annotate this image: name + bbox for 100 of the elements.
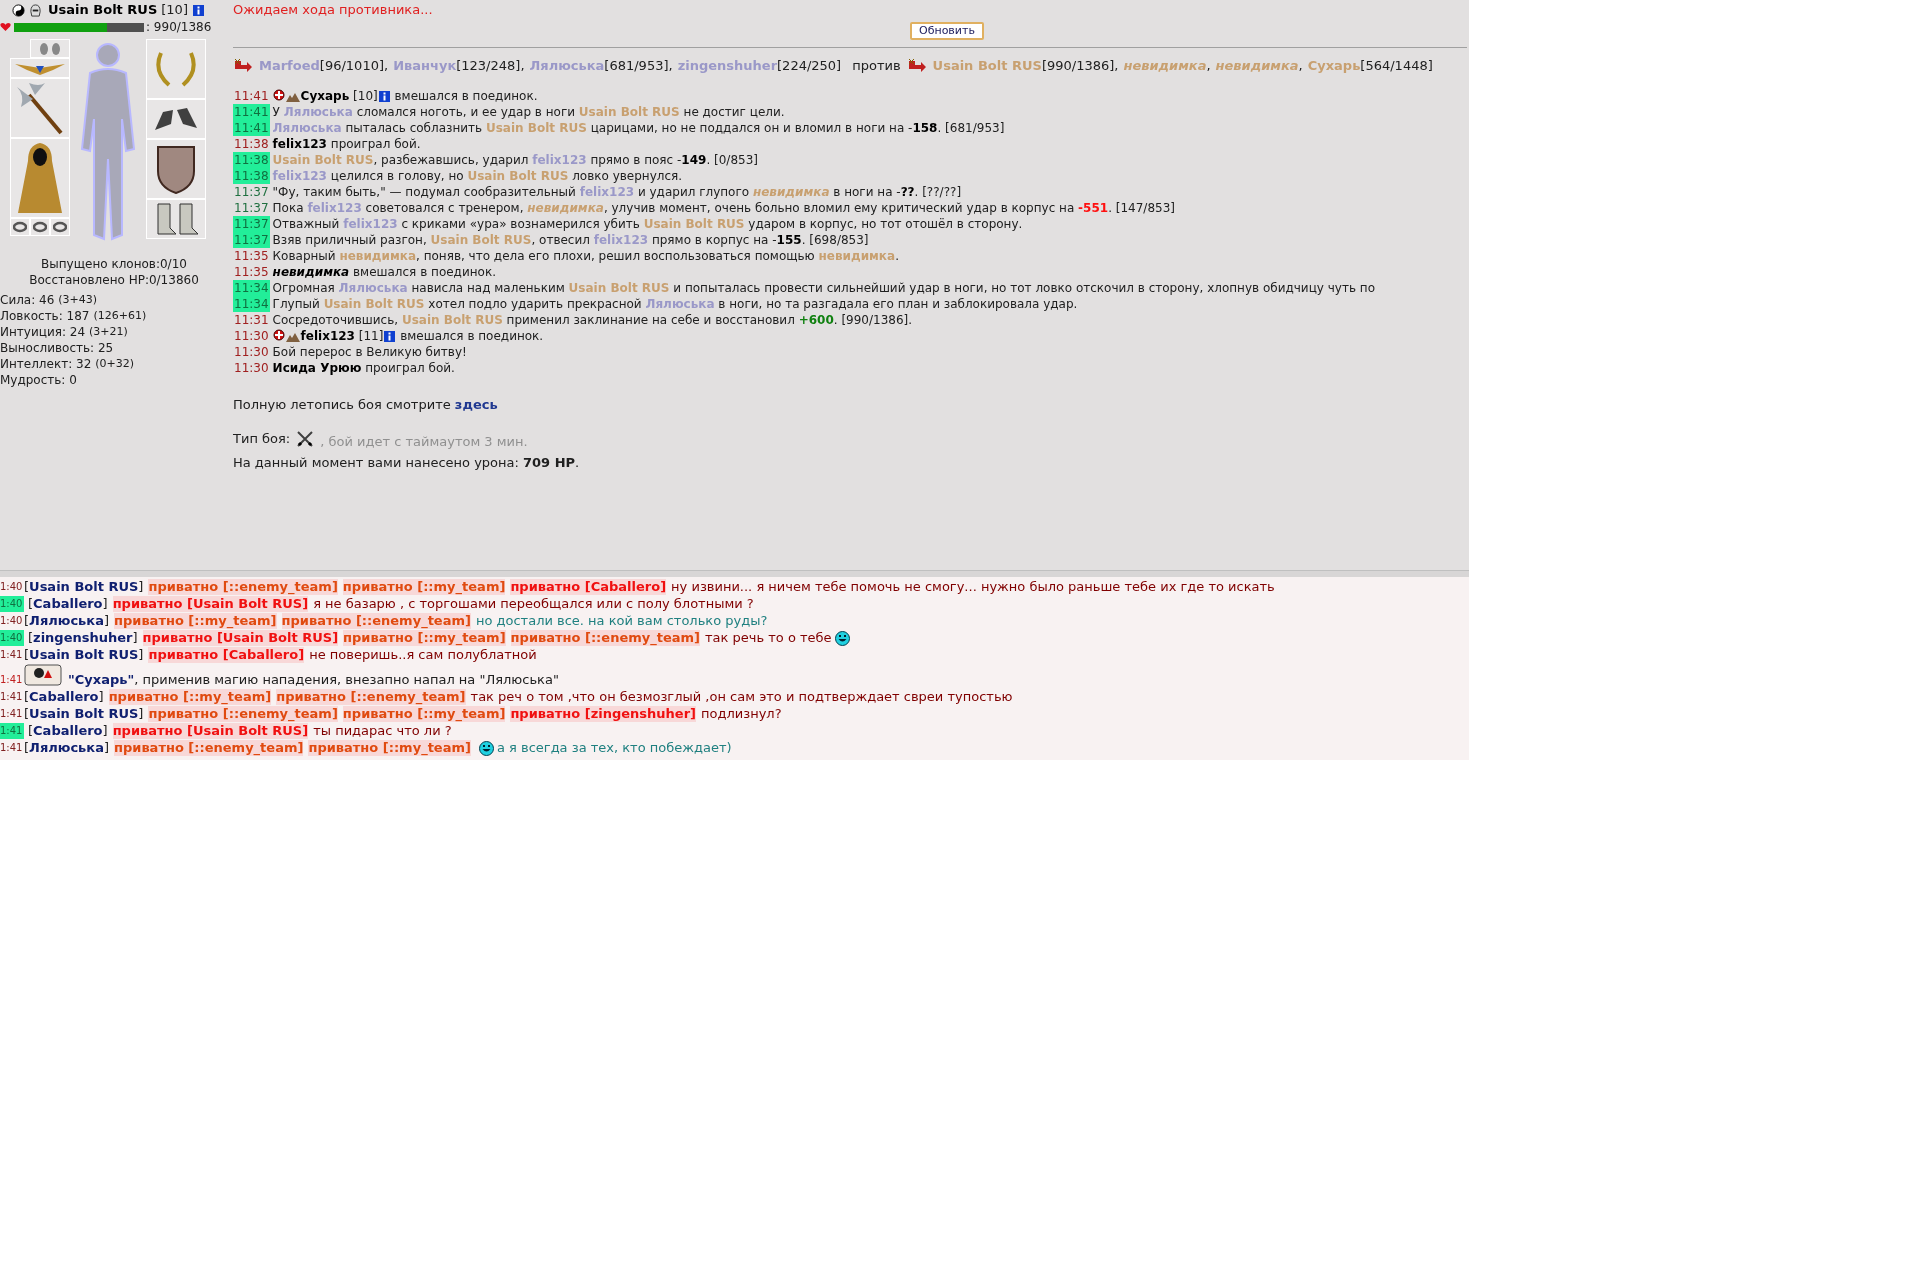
player-hp: [123/248], xyxy=(456,57,525,75)
player-link[interactable]: felix123 xyxy=(272,168,327,183)
equipment-slot[interactable] xyxy=(10,138,70,218)
equipment-slot[interactable] xyxy=(10,78,70,138)
log-time: 11:37 xyxy=(233,199,270,216)
private-recipient[interactable]: приватно [::my_team] xyxy=(343,630,506,646)
equipment-slot[interactable] xyxy=(146,139,206,199)
log-time: 11:41 xyxy=(233,87,270,104)
stat-bonus: (3+21) xyxy=(89,324,128,340)
player-hp: , xyxy=(1206,57,1211,75)
chat-sender[interactable]: [Caballero] xyxy=(28,723,108,739)
private-recipient[interactable]: приватно [::enemy_team] xyxy=(276,689,466,705)
hp-reading: : 990/1386 xyxy=(146,19,212,36)
ring-icon xyxy=(53,221,67,233)
chat-time: 1:41 xyxy=(0,723,24,739)
player-link[interactable]: невидимка xyxy=(752,184,830,199)
private-recipient[interactable]: приватно [::my_team] xyxy=(308,740,471,756)
log-time: 11:37 xyxy=(233,183,270,200)
player-link[interactable]: felix123 xyxy=(307,200,362,215)
equipment-slot[interactable] xyxy=(30,218,50,236)
player-link[interactable]: felix123 xyxy=(532,152,587,167)
log-entry: felix123 [11] вмешался в поединок. xyxy=(272,327,544,344)
info-icon[interactable] xyxy=(378,90,390,102)
player-link[interactable]: Лялюська xyxy=(272,120,342,135)
stat-value: Интуиция: 24 xyxy=(0,324,86,340)
player-link[interactable]: Лялюська xyxy=(529,56,605,76)
chat-sender[interactable]: [Лялюська] xyxy=(24,613,109,629)
log-entry: Сухарь [10] вмешался в поединок. xyxy=(272,87,538,104)
log-entry: Огромная Лялюська нависла над маленьким Usain Bolt RUS и попыталась провести сильнейший удар в ноги, но тот ловко отскочил в сторону, хлопнув обидчицу чуть по xyxy=(272,279,1375,296)
private-recipient[interactable]: приватно [::enemy_team] xyxy=(281,613,471,629)
info-icon[interactable] xyxy=(192,4,204,16)
player-link[interactable]: Usain Bolt RUS xyxy=(485,120,587,135)
log-entry: Глупый Usain Bolt RUS хотел подло ударить прекрасной Лялюська в ноги, но та разгадала его план и заблокировала удар. xyxy=(272,295,1078,312)
player-link[interactable]: felix123 xyxy=(343,216,398,231)
player-link[interactable]: Usain Bolt RUS xyxy=(323,296,425,311)
private-recipient[interactable]: приватно [::my_team] xyxy=(342,579,506,595)
private-recipient[interactable]: приватно [::enemy_team] xyxy=(510,630,701,646)
equipment-slot[interactable] xyxy=(50,218,70,236)
log-entry: Лялюська пыталась соблазнить Usain Bolt RUS царицами, но не поддался он и вломил в ноги на -158. [681/953] xyxy=(272,119,1005,136)
chat-sender[interactable]: [Usain Bolt RUS] xyxy=(24,706,144,722)
player-link[interactable]: Usain Bolt RUS xyxy=(401,312,503,327)
private-recipient[interactable]: приватно [Caballero] xyxy=(148,647,305,663)
info-icon[interactable] xyxy=(384,330,396,342)
player-link[interactable]: Сухарь xyxy=(1307,56,1361,76)
private-recipient[interactable]: приватно [::enemy_team] xyxy=(148,579,338,595)
player-link[interactable]: Usain Bolt RUS xyxy=(932,56,1042,76)
player-link[interactable]: Лялюська xyxy=(338,280,408,295)
player-link[interactable]: Иванчук xyxy=(393,56,457,76)
chat-sender[interactable]: [Caballero] xyxy=(28,596,108,612)
character-name: Usain Bolt RUS xyxy=(48,1,158,20)
player-link[interactable]: felix123 xyxy=(579,184,635,199)
chat-message: ты пидарас что ли ? xyxy=(313,723,452,739)
player-link[interactable]: невидимка xyxy=(527,200,604,215)
player-link[interactable]: Usain Bolt RUS xyxy=(578,104,680,119)
chronicle-link[interactable]: здесь xyxy=(454,396,498,412)
chat-sender[interactable]: [Usain Bolt RUS] xyxy=(24,647,144,663)
private-recipient[interactable]: приватно [zingenshuher] xyxy=(510,706,697,722)
chat-message: так реч о том ,что он безмозглый ,он сам это и подтверждает свреи тупостью xyxy=(470,689,1013,705)
private-recipient[interactable]: приватно [::enemy_team] xyxy=(148,706,338,722)
axe-icon xyxy=(15,81,65,135)
chat-sender[interactable]: [zingenshuher] xyxy=(28,630,138,646)
player-link[interactable]: невидимка xyxy=(1215,56,1299,76)
stat-bonus: (126+61) xyxy=(93,308,147,324)
refresh-button[interactable]: Обновить xyxy=(910,22,984,40)
chat-sender[interactable]: [Лялюська] xyxy=(24,740,109,756)
equipment-slot[interactable] xyxy=(146,99,206,139)
private-recipient[interactable]: приватно [::my_team] xyxy=(342,706,506,722)
player-link[interactable]: Usain Bolt RUS xyxy=(568,280,670,295)
team-arrow-icon xyxy=(906,58,927,73)
player-hp: [564/1448] xyxy=(1360,57,1433,75)
chat-time: 1:41 xyxy=(0,741,24,755)
chat-message: я не базарю , с торгошами переобщался или с полу блотными ? xyxy=(313,596,754,612)
equipment-slot[interactable] xyxy=(10,218,30,236)
status-message: Ожидаем хода противника... xyxy=(233,1,434,18)
private-recipient[interactable]: приватно [Caballero] xyxy=(510,579,667,595)
chat-time: 1:40 xyxy=(0,580,24,594)
private-recipient[interactable]: приватно [Usain Bolt RUS] xyxy=(112,723,309,739)
player-hp: [990/1386], xyxy=(1041,57,1119,75)
stat-value: Сила: 46 xyxy=(0,292,55,308)
private-recipient[interactable]: приватно [::enemy_team] xyxy=(114,740,304,756)
player-link[interactable]: невидимка xyxy=(1123,56,1207,76)
player-link[interactable]: Лялюська xyxy=(283,104,353,119)
private-recipient[interactable]: приватно [::my_team] xyxy=(114,613,277,629)
player-link[interactable]: Marfoed xyxy=(259,56,320,76)
player-link[interactable]: Usain Bolt RUS xyxy=(643,216,745,231)
private-recipient[interactable]: приватно [Usain Bolt RUS] xyxy=(142,630,339,646)
log-entry: Usain Bolt RUS, разбежавшись, ударил felix123 прямо в пояс -149. [0/853] xyxy=(272,151,758,168)
private-recipient[interactable]: приватно [::my_team] xyxy=(108,689,272,705)
player-link[interactable]: felix123 xyxy=(593,232,649,247)
chat-sender[interactable]: [Usain Bolt RUS] xyxy=(24,579,144,595)
player-link[interactable]: Лялюська xyxy=(645,296,715,311)
log-time: 11:30 xyxy=(233,359,270,376)
chat-sender[interactable]: [Caballero] xyxy=(24,689,104,705)
chat-time: 1:40 xyxy=(0,614,24,628)
player-link[interactable]: Usain Bolt RUS xyxy=(467,168,569,183)
private-recipient[interactable]: приватно [Usain Bolt RUS] xyxy=(112,596,309,612)
player-link[interactable]: zingenshuher xyxy=(677,56,778,76)
log-entry: Исида Урюю проиграл бой. xyxy=(272,359,455,376)
chat-time: 1:41 xyxy=(0,690,24,704)
stat-bonus: (3+43) xyxy=(58,292,98,308)
